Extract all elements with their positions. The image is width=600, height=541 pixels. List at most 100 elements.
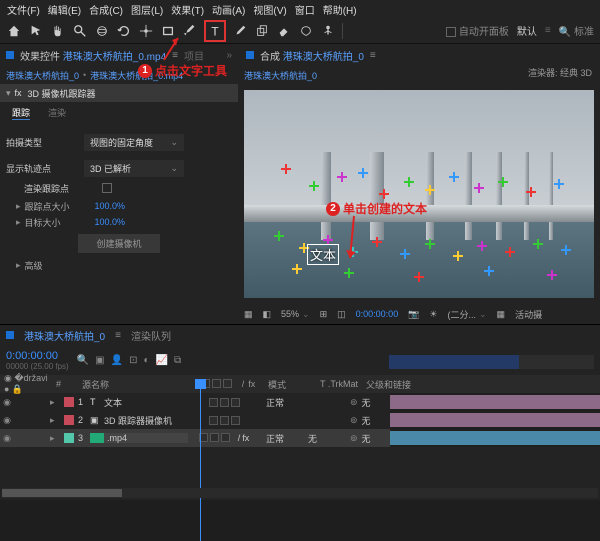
- brush-tool-icon[interactable]: [232, 23, 248, 39]
- layer-name[interactable]: .mp4: [104, 433, 188, 443]
- parent-dropdown[interactable]: 无: [358, 414, 371, 427]
- advanced-row[interactable]: ▸高级: [0, 257, 238, 273]
- track-point[interactable]: [477, 241, 487, 251]
- track-point[interactable]: [344, 268, 354, 278]
- track-point[interactable]: [526, 187, 536, 197]
- track-point[interactable]: [309, 181, 319, 191]
- menu-edit[interactable]: 编辑(E): [45, 2, 84, 17]
- zoom-dropdown[interactable]: 55% ⌄: [281, 309, 310, 320]
- anchor-tool-icon[interactable]: [138, 23, 154, 39]
- track-point[interactable]: [337, 172, 347, 182]
- menu-comp[interactable]: 合成(C): [86, 2, 126, 17]
- layer-name[interactable]: 3D 跟踪器摄像机: [104, 414, 188, 427]
- track-point[interactable]: [547, 270, 557, 280]
- create-camera-button[interactable]: 创建摄像机: [78, 234, 159, 253]
- viewer-mask-icon[interactable]: ◫: [337, 309, 346, 320]
- tl-graph-icon[interactable]: 📈: [156, 355, 168, 366]
- track-point[interactable]: [453, 251, 463, 261]
- timeline-tracks[interactable]: [390, 393, 600, 447]
- exposure-icon[interactable]: ☀: [429, 309, 437, 320]
- track-point[interactable]: [561, 245, 571, 255]
- home-icon[interactable]: [6, 23, 22, 39]
- layer-color-chip[interactable]: [64, 433, 74, 443]
- effect-section-header[interactable]: ▾fx3D 摄像机跟踪器: [0, 84, 238, 102]
- scrollbar-thumb[interactable]: [2, 489, 122, 497]
- parent-pickwhip-icon[interactable]: ⊚: [350, 415, 358, 426]
- layer-row-1[interactable]: ◉ ▸ 1 T 文本 正常 ⊚ 无: [0, 393, 390, 411]
- playhead[interactable]: [200, 381, 201, 541]
- rotate-tool-icon[interactable]: [116, 23, 132, 39]
- track-point[interactable]: [358, 168, 368, 178]
- visibility-toggle[interactable]: ◉: [0, 397, 14, 408]
- parent-pickwhip-icon[interactable]: ⊚: [350, 433, 358, 444]
- tab-track[interactable]: 跟踪: [12, 106, 30, 120]
- menu-help[interactable]: 帮助(H): [320, 2, 360, 17]
- tl-comp-icon[interactable]: ▣: [95, 355, 104, 366]
- renderer-info[interactable]: 渲染器: 经典 3D: [528, 66, 592, 79]
- layer-name[interactable]: 文本: [104, 396, 188, 409]
- shot-type-dropdown[interactable]: 视图的固定角度⌄: [84, 134, 184, 151]
- tl-markers-icon[interactable]: ⧉: [174, 355, 181, 366]
- composition-viewer[interactable]: 文本: [244, 90, 594, 298]
- track-point[interactable]: [474, 183, 484, 193]
- timeline-comp-tab[interactable]: 港珠澳大桥航拍_0: [24, 328, 105, 343]
- track-point[interactable]: [414, 272, 424, 282]
- layer-bar-2[interactable]: [390, 413, 600, 427]
- tl-search-icon[interactable]: 🔍: [77, 355, 89, 366]
- blend-mode-dropdown[interactable]: 正常: [260, 396, 308, 409]
- auto-open-checkbox[interactable]: 自动开面板: [446, 23, 509, 38]
- parent-pickwhip-icon[interactable]: ⊚: [350, 397, 358, 408]
- layer-bar-3[interactable]: [390, 431, 600, 445]
- tab-render[interactable]: 渲染: [48, 106, 66, 120]
- viewer-res-icon[interactable]: ⊞: [320, 309, 328, 320]
- track-point[interactable]: [425, 185, 435, 195]
- track-point[interactable]: [379, 189, 389, 199]
- orbit-tool-icon[interactable]: [94, 23, 110, 39]
- type-tool-icon[interactable]: T: [204, 20, 226, 42]
- menu-file[interactable]: 文件(F): [4, 2, 43, 17]
- track-point[interactable]: [449, 172, 459, 182]
- active-camera-dropdown[interactable]: 活动摄: [515, 308, 542, 321]
- render-trackpoints-checkbox[interactable]: [102, 183, 112, 193]
- menu-effect[interactable]: 效果(T): [168, 2, 207, 17]
- hand-tool-icon[interactable]: [50, 23, 66, 39]
- layer-row-3[interactable]: ◉ ▸ 3 .mp4 /fx 正常 无 ⊚ 无: [0, 429, 390, 447]
- track-point[interactable]: [400, 249, 410, 259]
- viewer-grid-icon[interactable]: ▦: [244, 309, 253, 320]
- puppet-tool-icon[interactable]: [320, 23, 336, 39]
- target-size-row[interactable]: ▸目标大小 100.0%: [0, 214, 238, 230]
- resolution-dropdown[interactable]: (二分...⌄: [448, 308, 487, 321]
- workspace-dropdown[interactable]: 默认: [517, 23, 537, 38]
- track-point[interactable]: [533, 239, 543, 249]
- text-layer-instance[interactable]: 文本: [307, 244, 339, 265]
- track-point[interactable]: [372, 237, 382, 247]
- track-point[interactable]: [505, 247, 515, 257]
- layer-color-chip[interactable]: [64, 397, 74, 407]
- visibility-toggle[interactable]: ◉: [0, 415, 14, 426]
- track-point[interactable]: [274, 231, 284, 241]
- timeline-scrollbar[interactable]: [2, 488, 598, 498]
- tl-fx-icon[interactable]: ⊡: [129, 355, 137, 366]
- menu-window[interactable]: 窗口: [292, 2, 318, 17]
- timeline-ruler[interactable]: [189, 345, 594, 375]
- parent-dropdown[interactable]: 无: [358, 396, 371, 409]
- menu-view[interactable]: 视图(V): [250, 2, 289, 17]
- effect-controls-tab[interactable]: 效果控件 港珠澳大桥航拍_0.mp4: [20, 48, 166, 63]
- render-queue-tab[interactable]: 渲染队列: [131, 328, 171, 343]
- blend-mode-dropdown[interactable]: 正常: [260, 432, 308, 445]
- track-point[interactable]: [404, 177, 414, 187]
- eraser-tool-icon[interactable]: [276, 23, 292, 39]
- viewer-3d-icon[interactable]: ▦: [497, 309, 506, 320]
- parent-dropdown[interactable]: 无: [358, 432, 371, 445]
- selection-tool-icon[interactable]: [28, 23, 44, 39]
- layer-bar-1[interactable]: [390, 395, 600, 409]
- layer-row-2[interactable]: ◉ ▸ 2 ▣ 3D 跟踪器摄像机 ⊚ 无: [0, 411, 390, 429]
- menu-anim[interactable]: 动画(A): [209, 2, 248, 17]
- search-label[interactable]: 🔍 标准: [559, 23, 594, 38]
- clone-tool-icon[interactable]: [254, 23, 270, 39]
- tl-shy-icon[interactable]: 👤: [111, 355, 123, 366]
- trackpoint-size-row[interactable]: ▸跟踪点大小 100.0%: [0, 198, 238, 214]
- snapshot-icon[interactable]: 📷: [408, 309, 419, 320]
- track-point[interactable]: [554, 179, 564, 189]
- tl-motion-blur-icon[interactable]: ◐: [143, 355, 149, 366]
